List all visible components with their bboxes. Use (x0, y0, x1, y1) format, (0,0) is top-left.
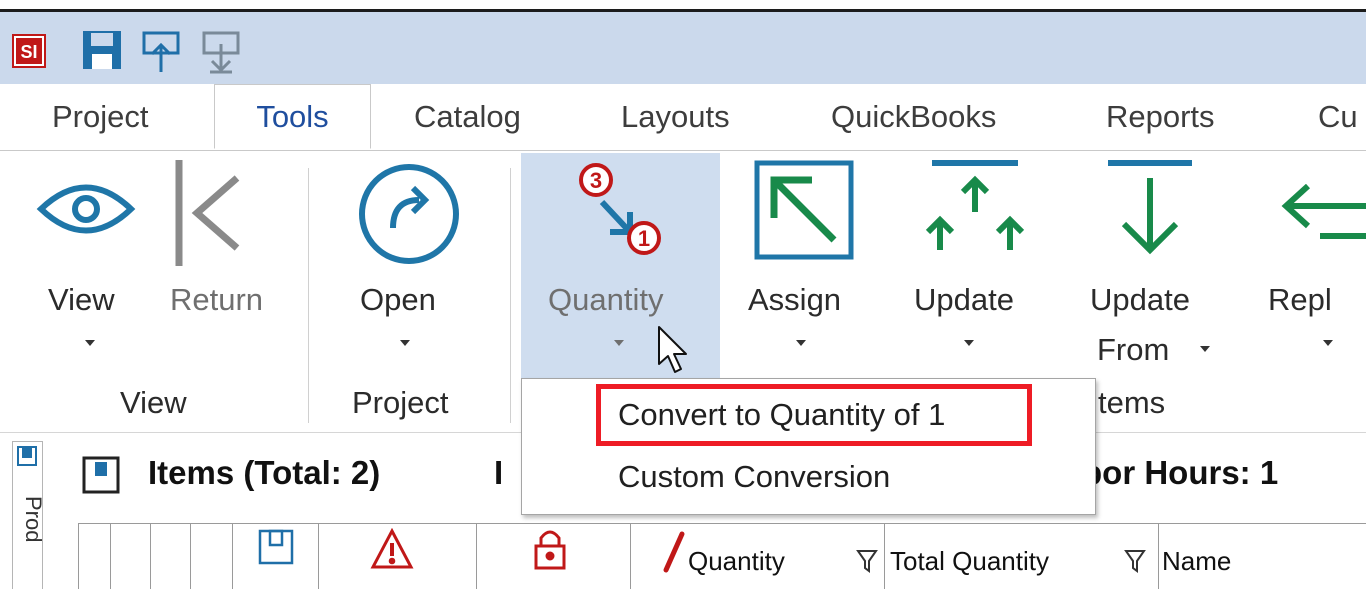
update-button-label[interactable]: Update (914, 282, 1014, 318)
grid-divider (1158, 523, 1159, 589)
group-separator (510, 168, 511, 423)
column-name[interactable]: Name (1162, 546, 1231, 577)
app-logo-text: SI (20, 42, 37, 62)
assign-button-label[interactable]: Assign (748, 282, 841, 318)
quantity-conversion-icon[interactable]: 3 1 (566, 160, 686, 265)
title-fragment: I (494, 454, 504, 491)
quantity-button-label[interactable]: Quantity (548, 282, 663, 318)
group-separator (308, 168, 309, 423)
tab-quickbooks[interactable]: QuickBooks (831, 84, 996, 150)
svg-text:1: 1 (638, 226, 650, 251)
highlight-box (596, 384, 1032, 446)
tab-project[interactable]: Project (52, 84, 148, 150)
grid-divider (78, 523, 79, 589)
lock-icon[interactable] (532, 526, 568, 575)
app-logo[interactable]: SI (12, 34, 46, 73)
open-caret-icon[interactable] (400, 340, 410, 346)
ribbon-tabs: Project Tools Catalog Layouts QuickBooks… (0, 84, 1366, 151)
replace-icon[interactable] (1280, 183, 1366, 249)
column-quantity[interactable]: Quantity (688, 546, 785, 577)
grid-divider (630, 523, 631, 589)
warning-icon[interactable] (370, 527, 414, 575)
open-icon[interactable] (357, 162, 461, 271)
svg-text:3: 3 (590, 168, 602, 193)
column-total-quantity[interactable]: Total Quantity (890, 546, 1049, 577)
tab-tools[interactable]: Tools (214, 84, 371, 149)
labor-hours-title: bor Hours: 1 (1082, 454, 1279, 491)
items-total-title: Items (Total: 2) (148, 454, 381, 491)
view-caret-icon[interactable] (85, 340, 95, 346)
download-icon[interactable] (200, 30, 244, 79)
tab-cu[interactable]: Cu (1318, 84, 1358, 150)
save-icon[interactable] (80, 28, 124, 77)
eye-icon[interactable] (36, 178, 136, 245)
window-top-edge (0, 0, 1366, 12)
grid-divider (318, 523, 319, 589)
mouse-cursor-icon (656, 324, 696, 383)
edit-pencil-icon[interactable] (660, 530, 686, 579)
assign-icon[interactable] (754, 160, 854, 265)
grid-divider (884, 523, 885, 589)
update-icon[interactable] (920, 158, 1030, 267)
grid-divider (150, 523, 151, 589)
replace-button-label[interactable]: Repl (1268, 282, 1332, 318)
return-icon[interactable] (173, 158, 253, 273)
side-tab-label[interactable]: Prod (20, 496, 46, 542)
tab-reports[interactable]: Reports (1106, 84, 1215, 150)
quick-access-toolbar: SI (0, 12, 1366, 84)
app-window: SI Project Tools Catalog Layouts QuickBo… (0, 0, 1366, 589)
assign-caret-icon[interactable] (796, 340, 806, 346)
view-button-label[interactable]: View (48, 282, 115, 318)
grid-divider (190, 523, 191, 589)
quantity-caret-icon[interactable] (614, 340, 624, 346)
pin-icon[interactable] (16, 445, 38, 472)
update-caret-icon[interactable] (964, 340, 974, 346)
grid-divider (232, 523, 233, 589)
replace-caret-icon[interactable] (1323, 340, 1333, 346)
tab-layouts[interactable]: Layouts (621, 84, 730, 150)
grid-divider (476, 523, 477, 589)
grid-divider (110, 523, 111, 589)
upload-icon[interactable] (140, 30, 184, 79)
update-from-icon[interactable] (1104, 158, 1196, 267)
filter-icon[interactable] (1124, 548, 1146, 579)
tab-catalog[interactable]: Catalog (414, 84, 521, 150)
open-button-label[interactable]: Open (360, 282, 436, 318)
update-from-caret-icon[interactable] (1200, 346, 1210, 352)
update-from-label-line1[interactable]: Update (1090, 282, 1190, 318)
menu-item-custom-conversion[interactable]: Custom Conversion (618, 459, 890, 495)
update-from-label-line2[interactable]: From (1097, 332, 1169, 368)
column-pin-icon[interactable] (258, 529, 294, 570)
filter-icon[interactable] (856, 548, 878, 579)
group-label-items: tems (1098, 385, 1166, 420)
return-button-label[interactable]: Return (170, 282, 263, 318)
group-label-project: Project (352, 385, 449, 420)
panel-pin-icon[interactable] (82, 456, 120, 499)
group-label-view: View (120, 385, 187, 420)
